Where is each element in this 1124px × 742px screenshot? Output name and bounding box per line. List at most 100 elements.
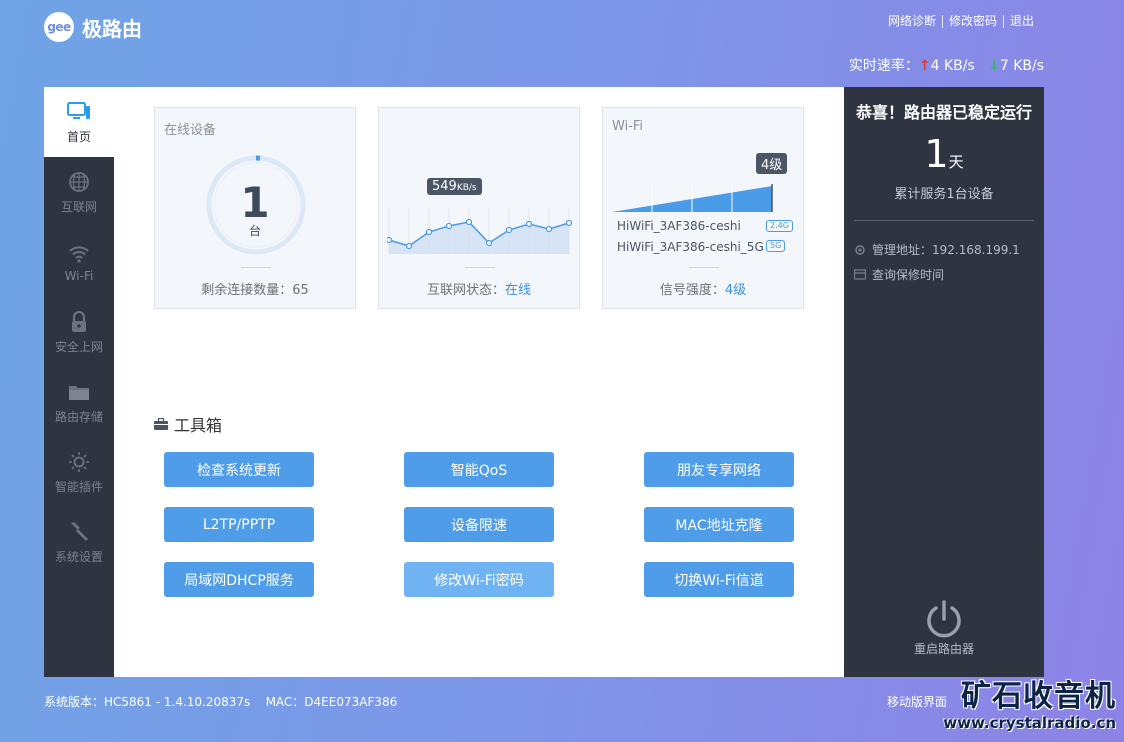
remaining-connections: 剩余连接数量：65	[155, 279, 355, 298]
status-panel: 恭喜！路由器已稳定运行 1天 累计服务1台设备 管理地址：192.168.199…	[844, 87, 1044, 677]
globe-icon	[68, 170, 90, 194]
system-version: 系统版本：HC5861 - 1.4.10.20837s	[44, 695, 251, 709]
watermark-text: 矿石收音机	[961, 679, 1116, 714]
remaining-label: 剩余连接数量：	[201, 283, 293, 298]
check-update-button[interactable]: 检查系统更新	[164, 452, 314, 487]
traffic-point	[525, 220, 533, 228]
folder-icon	[68, 380, 90, 404]
smart-qos-button[interactable]: 智能QoS	[404, 452, 554, 487]
logout-link[interactable]: 退出	[1002, 15, 1040, 28]
l2tp-pptp-button[interactable]: L2TP/PPTP	[164, 507, 314, 542]
sidebar-item-settings[interactable]: 系统设置	[44, 507, 114, 577]
sidebar-item-security[interactable]: 安全上网	[44, 297, 114, 367]
warranty-link[interactable]: 查询保修时间	[854, 266, 944, 283]
sidebar-item-label: 安全上网	[54, 339, 103, 354]
device-speed-limit-button[interactable]: 设备限速	[404, 507, 554, 542]
traffic-point	[505, 226, 513, 234]
traffic-point	[405, 242, 413, 250]
admin-address: 管理地址：192.168.199.1	[854, 241, 1020, 258]
logo-text: 极路由	[82, 16, 142, 41]
friend-network-button[interactable]: 朋友专享网络	[644, 452, 794, 487]
divider	[689, 267, 719, 268]
device-unit: 台	[248, 224, 261, 238]
change-wifi-password-button[interactable]: 修改Wi-Fi密码	[404, 562, 554, 597]
wifi-icon	[68, 241, 90, 265]
watermark-url: www.crystalradio.cn	[943, 714, 1116, 732]
traffic-point	[425, 228, 433, 236]
card-title: Wi-Fi	[612, 119, 644, 134]
internet-status-value: 在线	[505, 283, 532, 298]
lan-dhcp-button[interactable]: 局域网DHCP服务	[164, 562, 314, 597]
traffic-point	[465, 218, 473, 226]
served-devices: 累计服务1台设备	[894, 187, 994, 202]
internet-card[interactable]: 549KB/s 互联网状态：在线	[378, 107, 580, 309]
ssid-5g: HiWiFi_3AF386-ceshi_5G	[617, 240, 764, 254]
traffic-point	[565, 219, 573, 227]
online-devices-card[interactable]: 在线设备 1 台 剩余连接数量：65	[154, 107, 356, 309]
signal-value: 4级	[724, 283, 747, 298]
sidebar-item-label: 首页	[66, 129, 91, 144]
current-speed-tag: 549KB/s	[427, 178, 482, 195]
download-arrow-icon: ↓	[988, 58, 1000, 74]
speed-unit: KB/s	[456, 183, 477, 193]
logo: gee 极路由	[44, 12, 142, 42]
power-icon[interactable]	[924, 599, 964, 643]
sidebar-item-label: 路由存储	[54, 409, 103, 424]
upload-arrow-icon: ↑	[918, 58, 931, 74]
wifi-level-tag: 4级	[756, 153, 788, 174]
divider	[854, 220, 1034, 221]
main-content: 在线设备 1 台 剩余连接数量：65 549KB/s 互联网状态：在线 Wi-F…	[114, 87, 844, 677]
internet-status-label: 互联网状态：	[426, 283, 505, 298]
uptime-title: 恭喜！路由器已稳定运行	[855, 103, 1032, 122]
logo-badge: gee	[44, 12, 74, 42]
realtime-speed: 实时速率：↑4 KB/s ↓7 KB/s	[849, 55, 1044, 75]
card-title: 在线设备	[164, 123, 217, 138]
toolbox-title-text: 工具箱	[174, 416, 223, 435]
admin-address-text: 管理地址：192.168.199.1	[872, 243, 1020, 257]
change-password-link[interactable]: 修改密码	[941, 15, 1003, 28]
network-diagnosis-link[interactable]: 网络诊断	[882, 15, 942, 28]
divider	[465, 267, 495, 268]
sidebar-item-storage[interactable]: 路由存储	[44, 367, 114, 437]
monitor-icon	[67, 100, 91, 124]
traffic-chart	[387, 208, 573, 254]
download-speed: 7 KB/s	[999, 58, 1044, 74]
signal-strength-icon	[612, 184, 773, 212]
remaining-value: 65	[292, 283, 309, 298]
calendar-icon	[854, 269, 866, 280]
traffic-point	[485, 239, 493, 247]
warranty-text: 查询保修时间	[872, 268, 945, 282]
toolbox-title: 工具箱	[154, 412, 222, 436]
days-value: 1	[924, 132, 949, 176]
mac-address: MAC：D4EE073AF386	[265, 695, 398, 709]
sidebar-item-label: 系统设置	[54, 549, 103, 564]
traffic-point	[545, 225, 553, 233]
toolbox-icon	[154, 418, 168, 430]
divider	[241, 267, 271, 268]
sidebar-item-wifi[interactable]: Wi-Fi	[44, 227, 114, 297]
signal-label: 信号强度：	[659, 283, 725, 298]
sidebar-item-label: 互联网	[60, 199, 97, 214]
device-count: 1	[240, 178, 270, 227]
band-badge-5g: 5G	[766, 240, 786, 252]
traffic-point	[387, 236, 393, 244]
watermark: 矿石收音机 www.crystalradio.cn	[943, 679, 1116, 733]
sun-icon	[68, 450, 90, 474]
speed-value: 549	[432, 179, 457, 194]
lock-icon	[70, 310, 88, 334]
sidebar-item-plugins[interactable]: 智能插件	[44, 437, 114, 507]
signal-strength: 信号强度：4级	[603, 279, 803, 298]
sidebar-item-home[interactable]: 首页	[44, 87, 114, 157]
wifi-card[interactable]: Wi-Fi 4级 HiWiFi_3AF386-ceshi 2.4G HiWiFi…	[602, 107, 804, 309]
upload-speed: 4 KB/s	[930, 58, 975, 74]
reboot-router-button[interactable]: 重启路由器	[844, 640, 1044, 657]
days-unit: 天	[948, 153, 964, 171]
top-links: 网络诊断 修改密码 退出	[882, 15, 1040, 28]
sidebar-item-label: 智能插件	[54, 479, 103, 494]
mac-clone-button[interactable]: MAC地址克隆	[644, 507, 794, 542]
gear-icon	[854, 244, 866, 256]
mobile-view-link[interactable]: 移动版界面	[887, 693, 947, 710]
speed-label: 实时速率：	[848, 58, 919, 74]
switch-wifi-channel-button[interactable]: 切换Wi-Fi信道	[644, 562, 794, 597]
sidebar-item-internet[interactable]: 互联网	[44, 157, 114, 227]
